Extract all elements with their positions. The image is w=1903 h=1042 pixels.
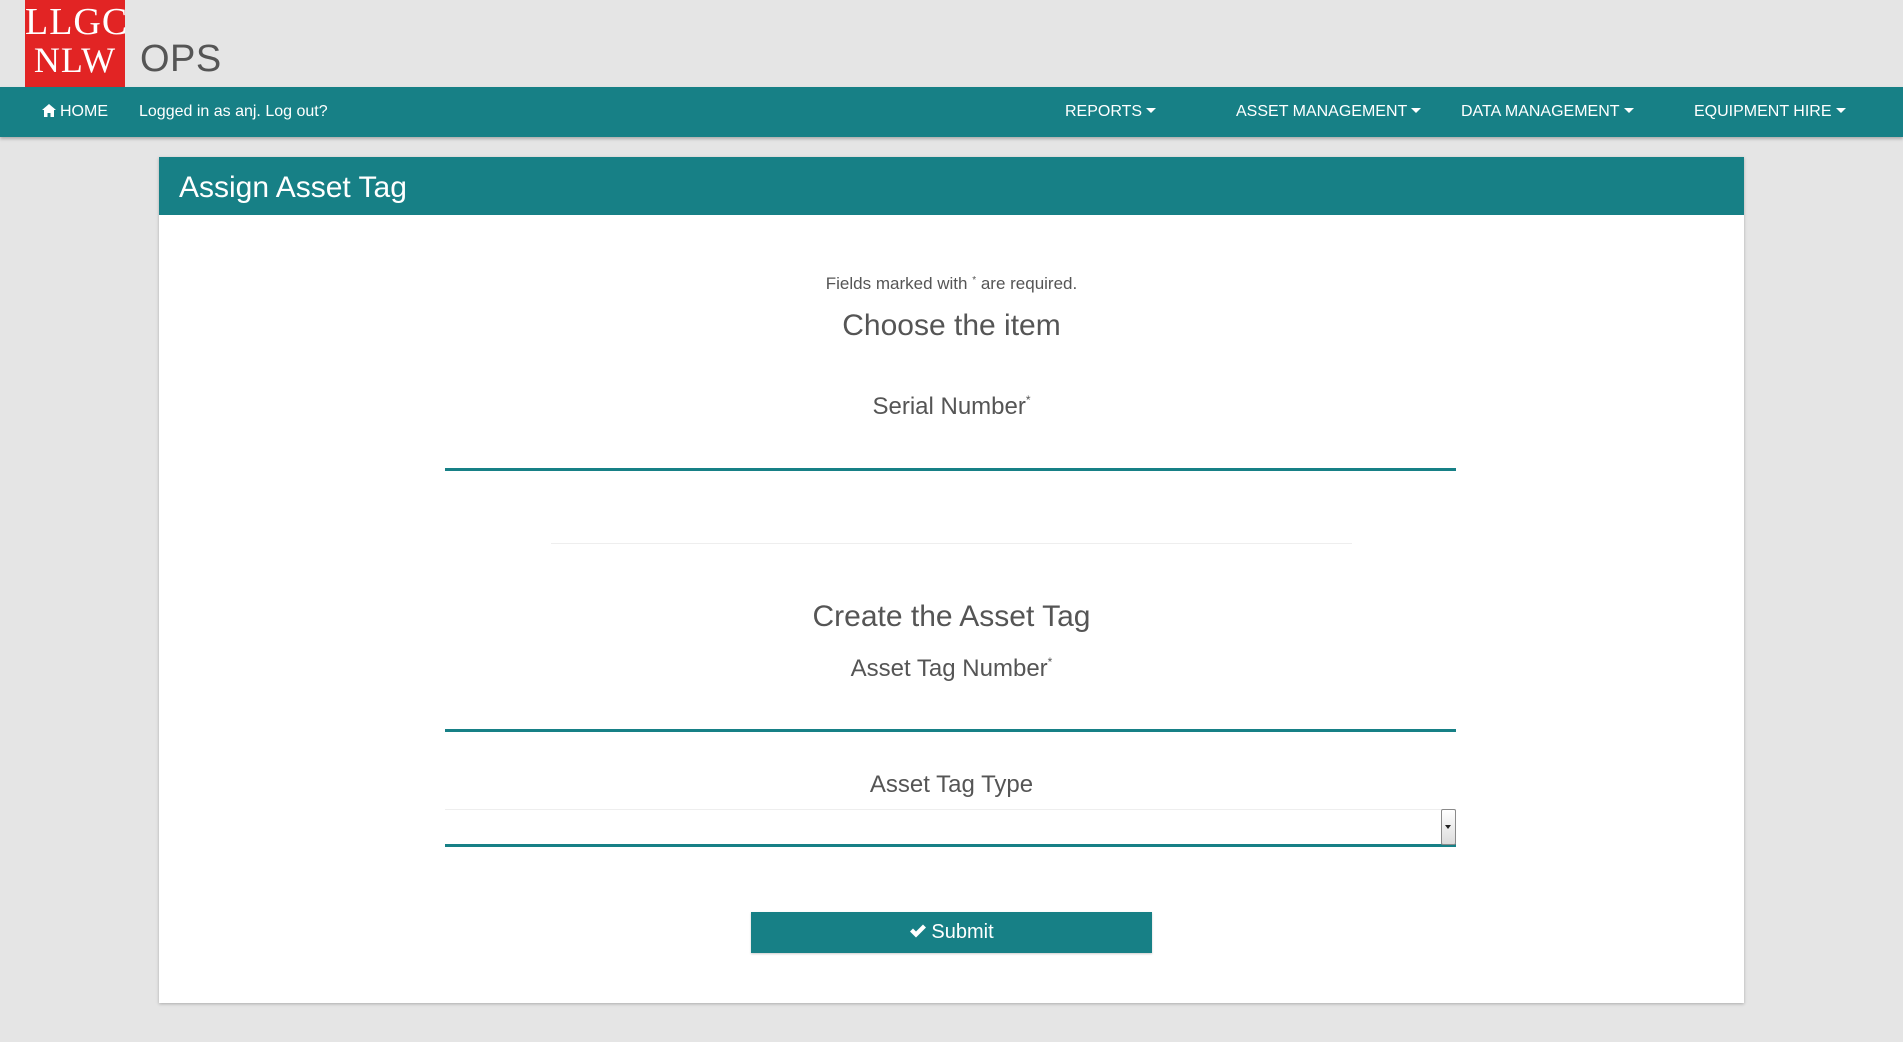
app-name: OPS xyxy=(140,38,222,80)
nlw-logo[interactable]: LLGC NLW xyxy=(25,0,129,87)
asset-tag-type-select[interactable] xyxy=(445,809,1456,847)
check-icon xyxy=(910,924,927,938)
nav-menu-reports-label: REPORTS xyxy=(1065,103,1143,120)
nav-menu-equipment-hire[interactable]: EQUIPMENT HIRE xyxy=(1694,87,1846,137)
caret-down-icon xyxy=(1411,108,1422,113)
main-navbar: HOME Logged in as anj. Log out? REPORTS … xyxy=(0,87,1903,137)
submit-button[interactable]: Submit xyxy=(751,912,1152,953)
brand-header: LLGC NLW OPS xyxy=(0,0,1903,87)
assign-asset-tag-panel: Assign Asset Tag Fields marked with * ar… xyxy=(159,157,1744,1003)
nav-menu-data-management-label: DATA MANAGEMENT xyxy=(1461,103,1620,120)
asset-tag-number-input[interactable] xyxy=(445,698,1456,732)
section-divider xyxy=(551,543,1352,544)
nav-menu-asset-management-label: ASSET MANAGEMENT xyxy=(1236,103,1408,120)
nav-menu-reports[interactable]: REPORTS xyxy=(1065,87,1157,137)
required-note-suffix: are required. xyxy=(976,274,1078,293)
asset-tag-number-label-text: Asset Tag Number xyxy=(850,655,1048,682)
asset-tag-type-label: Asset Tag Type xyxy=(869,771,1034,798)
serial-number-label: Serial Number* xyxy=(159,393,1744,421)
serial-number-label-text: Serial Number xyxy=(872,393,1026,420)
caret-down-icon xyxy=(1623,108,1634,113)
nav-home-link[interactable]: HOME xyxy=(42,87,108,137)
nav-home-label: HOME xyxy=(60,103,108,120)
required-note-prefix: Fields marked with xyxy=(825,274,973,293)
home-icon xyxy=(42,104,56,117)
submit-button-label: Submit xyxy=(931,921,994,943)
asset-tag-number-label: Asset Tag Number* xyxy=(159,655,1744,683)
chevron-down-icon xyxy=(1445,825,1451,829)
nav-menu-asset-management[interactable]: ASSET MANAGEMENT xyxy=(1236,87,1422,137)
choose-item-heading: Choose the item xyxy=(842,309,1061,342)
required-mark: * xyxy=(1047,655,1053,669)
logo-line-2: NLW xyxy=(33,40,117,80)
create-asset-tag-heading: Create the Asset Tag xyxy=(812,600,1091,633)
caret-down-icon xyxy=(1146,108,1157,113)
select-dropdown-button[interactable] xyxy=(1441,809,1456,845)
required-fields-note: Fields marked with * are required. xyxy=(159,274,1744,294)
required-mark: * xyxy=(1025,393,1031,407)
nav-menu-equipment-hire-label: EQUIPMENT HIRE xyxy=(1694,103,1832,120)
login-status-link[interactable]: Logged in as anj. Log out? xyxy=(139,87,328,137)
caret-down-icon xyxy=(1835,108,1846,113)
panel-title: Assign Asset Tag xyxy=(159,157,1744,215)
nav-menu-data-management[interactable]: DATA MANAGEMENT xyxy=(1461,87,1634,137)
serial-number-input[interactable] xyxy=(445,437,1456,471)
logo-line-1: LLGC xyxy=(25,1,129,43)
